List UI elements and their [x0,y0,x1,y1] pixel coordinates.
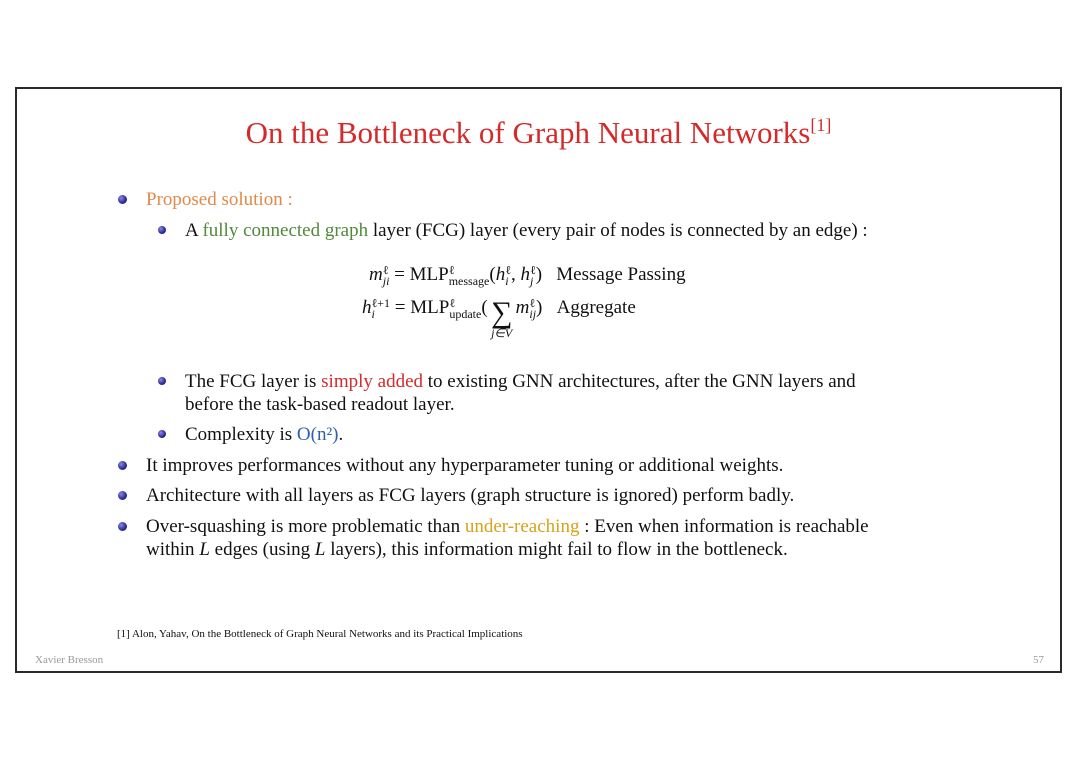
sum-index: j∈V [491,326,513,340]
complexity-prefix: Complexity is [185,424,297,445]
slide-frame: On the Bottleneck of Graph Neural Networ… [15,87,1062,673]
bullet-icon [118,522,127,531]
oversq-suffix: : Even when information is reachable [579,516,869,537]
eq2-mlp: = MLP [394,297,450,318]
bullet-architecture: Architecture with all layers as FCG laye… [146,485,795,506]
eq1-lhs: m [369,264,383,285]
eq2-term: m [515,297,530,318]
added-prefix: The FCG layer is [185,371,322,392]
bullet-simply-added: The FCG layer is simply added to existin… [185,371,856,393]
oversq-prefix: Over-squashing is more problematic than [146,516,465,537]
eq2-lhs-sub: i [371,306,375,321]
eq1-mlp-sub: message [448,273,490,288]
author-name: Xavier Bresson [35,654,104,666]
bullet-over-squashing-line2: within L edges (using L layers), this in… [146,539,788,561]
complexity-value: O(n²) [296,424,339,445]
bullet-proposed-solution: Proposed solution : [146,189,293,210]
bullet-over-squashing: Over-squashing is more problematic than … [146,516,869,538]
added-suffix: to existing GNN architectures, after the… [423,371,856,392]
eq2-label: Aggregate [556,297,636,318]
fcg-highlight: fully connected graph [202,220,369,241]
oversq-line2-b: edges (using [209,539,315,560]
eq1-mlp: = MLP [394,264,449,285]
eq1-arg-b-sub: j [529,273,534,288]
oversq-L2: L [314,539,326,560]
eq1-args-mid: , h [510,264,530,285]
eq2-lhs: h [362,297,372,318]
bullet-icon [118,461,127,470]
page-number: 57 [1033,654,1044,666]
eq1-args: (h [489,264,506,285]
eq1-close: ) [535,264,543,285]
complexity-suffix: . [338,424,344,445]
fcg-suffix: layer (FCG) layer (every pair of nodes i… [368,220,868,241]
equation-aggregate: h ℓ+1 i = MLP ℓ update(∑ j∈V m ℓ ij) Aggregate [362,297,636,339]
oversq-line2-c: layers), this information might fail to … [325,539,788,560]
eq2-mlp-sub: update [449,306,482,321]
oversq-line2-a: within [146,539,200,560]
bullet-fcg-layer: A fully connected graph layer (FCG) laye… [185,220,868,242]
equation-message-passing: m ℓ ji = MLP ℓ message (h ℓ i, h ℓ j) Message Pas… [369,264,686,287]
bullet-icon [118,195,127,204]
sub-bullet-icon [158,226,166,234]
bullet-complexity: Complexity is O(n²). [185,424,343,446]
oversq-highlight: under-reaching [464,516,580,537]
bullet-improves: It improves performances without any hyp… [146,455,784,476]
footnote-reference: [1] Alon, Yahav, On the Bottleneck of Gr… [117,628,523,640]
slide-title: On the Bottleneck of Graph Neural Networ… [17,115,1060,151]
sigma-symbol: ∑ [490,296,513,329]
eq2-close: ) [536,297,543,318]
summation: ∑ j∈V [488,296,516,340]
added-highlight: simply added [321,371,424,392]
sub-bullet-icon [158,377,166,385]
oversq-L1: L [199,539,210,560]
bullet-icon [118,491,127,500]
sub-bullet-icon [158,430,166,438]
title-citation: [1] [810,115,832,135]
eq1-label: Message Passing [556,264,686,285]
eq1-arg-a-sub: i [505,273,509,288]
eq1-lhs-sub: ji [382,273,390,288]
title-text: On the Bottleneck of Graph Neural Networ… [245,115,811,150]
fcg-prefix: A [185,220,203,241]
bullet-simply-added-line2: before the task-based readout layer. [185,394,455,415]
